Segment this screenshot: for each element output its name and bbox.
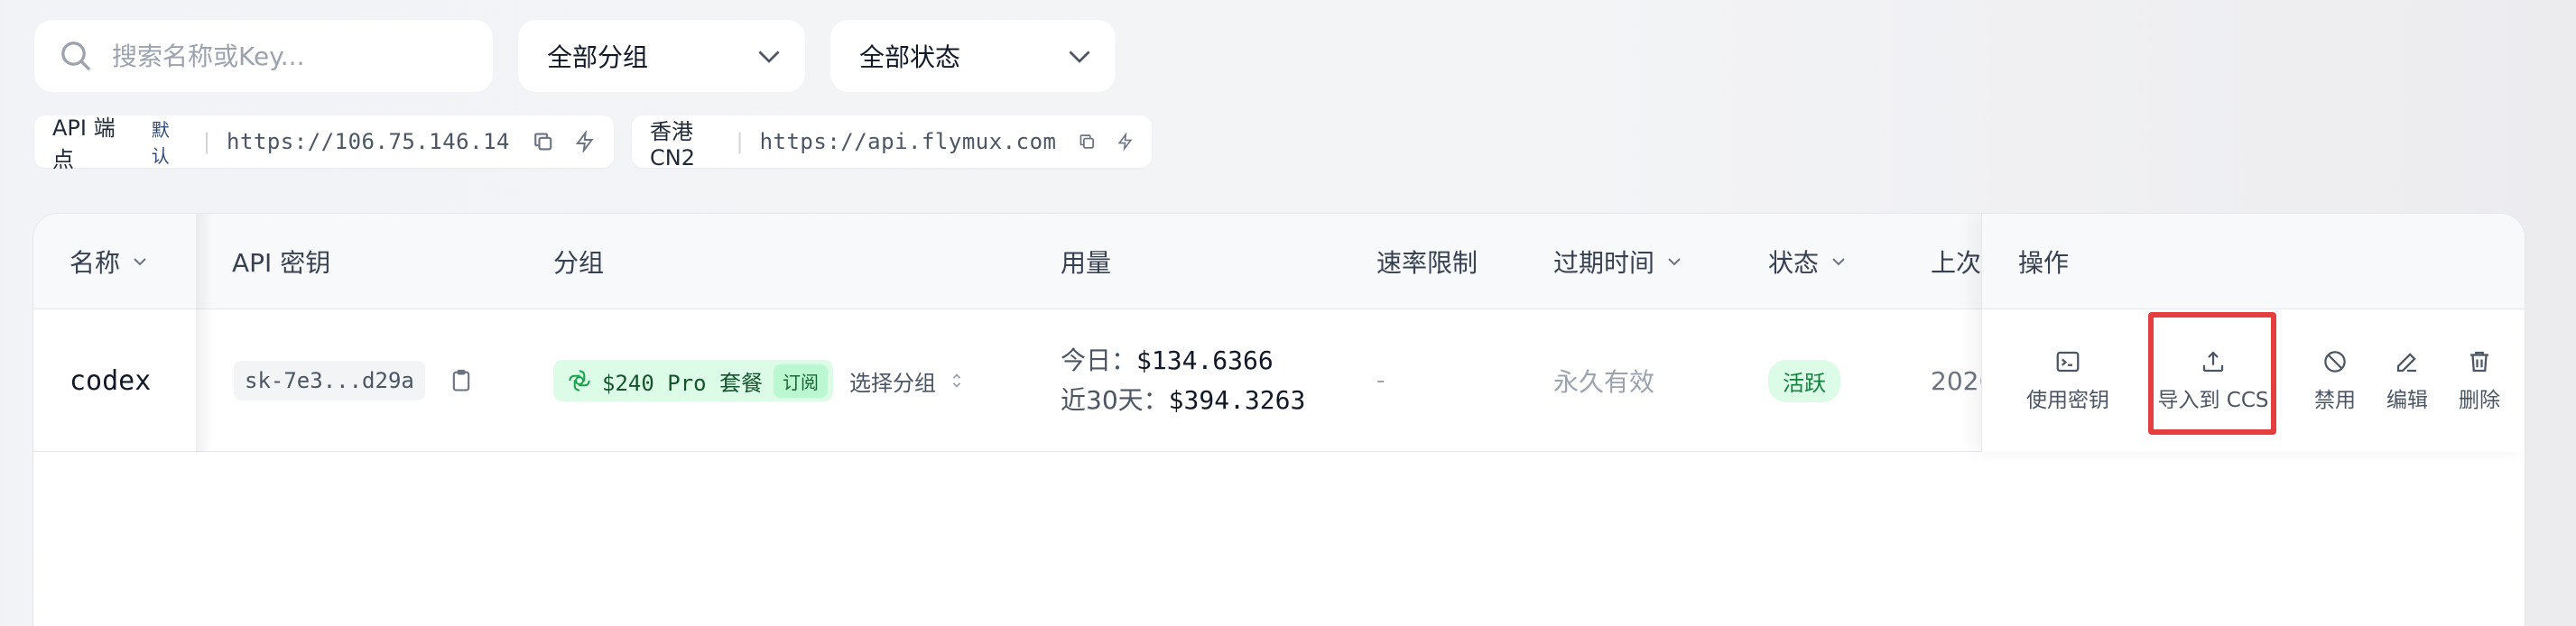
- group-filter-label: 全部分组: [547, 42, 649, 72]
- endpoint-hk: 香港CN2 | https://api.flymux.com: [632, 115, 1152, 170]
- col-last-header: 上次: [1931, 214, 1981, 309]
- chevron-down-icon: [1069, 51, 1090, 63]
- endpoint-list: API 端点 默认 | https://106.75.146.14 香港CN2 …: [34, 115, 1152, 172]
- usage-30d-value: $394.3263: [1168, 385, 1306, 415]
- col-ops-label: 操作: [2018, 247, 2070, 278]
- disable-button[interactable]: 禁用: [2303, 309, 2367, 452]
- rate-limit: -: [1376, 367, 1385, 394]
- disable-label: 禁用: [2314, 389, 2356, 412]
- key-cell: sk-7e3...d29a: [234, 309, 474, 452]
- edit-icon: [2396, 353, 2416, 373]
- terminal-icon: [2056, 351, 2080, 373]
- col-rate-header: 速率限制: [1376, 214, 1478, 309]
- endpoint-url: https://api.flymux.com: [759, 129, 1057, 154]
- col-group-label: 分组: [553, 248, 605, 278]
- subscription-tag: 订阅: [774, 364, 829, 398]
- edit-button[interactable]: 编辑: [2376, 309, 2439, 452]
- default-badge: 默认: [151, 119, 170, 167]
- group-select[interactable]: 选择分组: [849, 365, 936, 397]
- sort-chevron-icon: [1668, 258, 1681, 266]
- highlight-box: [2148, 312, 2276, 435]
- status-filter-select[interactable]: 全部状态: [830, 20, 1116, 92]
- api-key-chip: sk-7e3...d29a: [234, 361, 425, 400]
- col-status-header[interactable]: 状态: [1768, 214, 1849, 309]
- col-expire-label: 过期时间: [1553, 248, 1655, 278]
- openai-logo-icon: [569, 370, 590, 391]
- col-name-header[interactable]: 名称: [69, 214, 151, 309]
- expire-value: 永久有效: [1553, 367, 1655, 397]
- edit-label: 编辑: [2386, 389, 2428, 412]
- use-key-button[interactable]: 使用密钥: [2018, 309, 2117, 452]
- col-usage-header: 用量: [1061, 214, 1111, 309]
- col-expire-header[interactable]: 过期时间: [1553, 214, 1685, 309]
- search-input[interactable]: [112, 41, 455, 71]
- toolbar: 全部分组 全部状态: [34, 20, 1116, 92]
- chevron-down-icon: [758, 51, 780, 63]
- delete-label: 删除: [2459, 389, 2500, 412]
- col-group-header: 分组: [553, 214, 604, 309]
- usage-cell: 今日：$134.6366 近30天：$394.3263: [1061, 309, 1305, 452]
- ban-icon: [2324, 351, 2346, 373]
- copy-icon[interactable]: [1078, 130, 1097, 153]
- col-key-label: API 密钥: [232, 248, 331, 278]
- group-cell: $240 Pro 套餐 订阅 选择分组: [553, 309, 967, 452]
- status-filter-label: 全部状态: [859, 42, 961, 72]
- usage-30d-label: 近30天：: [1061, 385, 1169, 415]
- clipboard-icon[interactable]: [449, 368, 474, 393]
- sort-chevron-icon: [1832, 258, 1845, 266]
- col-name-label: 名称: [69, 248, 121, 278]
- copy-icon[interactable]: [532, 130, 554, 153]
- endpoint-default: API 端点 默认 | https://106.75.146.14: [34, 115, 614, 172]
- group-name: $240 Pro 套餐: [602, 370, 764, 396]
- endpoint-name: API 端点: [52, 115, 116, 172]
- col-status-label: 状态: [1768, 248, 1820, 278]
- lightning-icon[interactable]: [574, 131, 596, 152]
- search-box[interactable]: [34, 20, 493, 92]
- sort-chevron-icon: [134, 258, 146, 266]
- delete-button[interactable]: 删除: [2448, 309, 2511, 452]
- divider: |: [736, 129, 744, 154]
- search-icon: [61, 41, 91, 71]
- col-ops-header: 操作: [1982, 214, 2525, 309]
- col-last-label: 上次: [1931, 248, 1982, 278]
- usage-today-value: $134.6366: [1136, 345, 1274, 375]
- key-name: codex: [69, 364, 152, 397]
- endpoint-name: 香港CN2: [650, 118, 695, 170]
- col-rate-label: 速率限制: [1376, 248, 1478, 278]
- col-usage-label: 用量: [1061, 248, 1112, 278]
- col-key-header: API 密钥: [232, 214, 330, 309]
- updown-chevron-icon[interactable]: [947, 371, 967, 391]
- status-cell: 活跃: [1768, 309, 1840, 452]
- divider: |: [202, 129, 211, 154]
- lightning-icon[interactable]: [1117, 131, 1134, 152]
- group-badge: $240 Pro 套餐 订阅: [553, 360, 834, 401]
- sticky-column-shadow: [196, 214, 212, 452]
- use-key-label: 使用密钥: [2026, 389, 2109, 412]
- trash-icon: [2470, 351, 2488, 373]
- usage-today-label: 今日：: [1061, 345, 1137, 375]
- endpoint-url: https://106.75.146.14: [227, 129, 510, 154]
- status-badge: 活跃: [1768, 359, 1840, 402]
- group-filter-select[interactable]: 全部分组: [518, 20, 805, 92]
